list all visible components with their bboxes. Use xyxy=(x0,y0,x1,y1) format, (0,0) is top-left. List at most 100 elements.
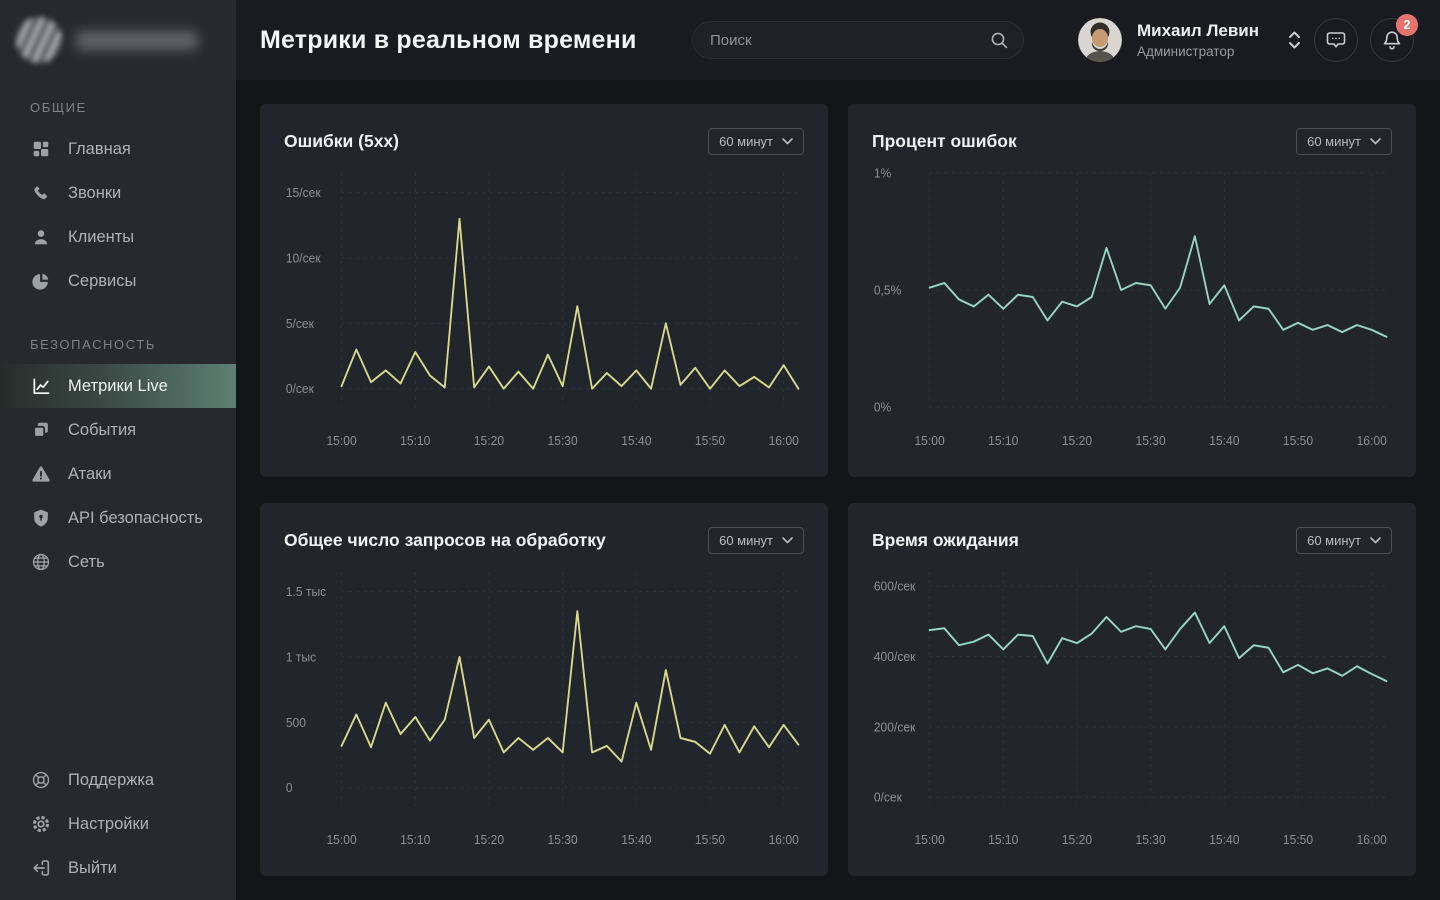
svg-text:15:40: 15:40 xyxy=(1209,833,1239,848)
svg-text:15:10: 15:10 xyxy=(400,434,430,449)
sidebar-item-calls[interactable]: Звонки xyxy=(0,171,236,215)
svg-text:15:50: 15:50 xyxy=(695,833,725,848)
layers-icon xyxy=(30,419,52,441)
user-icon xyxy=(30,226,52,248)
svg-text:15:40: 15:40 xyxy=(1209,434,1239,449)
user-menu-caret-icon[interactable] xyxy=(1287,28,1302,52)
svg-text:15:40: 15:40 xyxy=(621,833,651,848)
panel-header: Общее число запросов на обработку 60 мину… xyxy=(284,527,804,554)
svg-text:15:20: 15:20 xyxy=(474,434,504,449)
svg-text:1%: 1% xyxy=(874,166,891,181)
svg-text:1.5 тыс: 1.5 тыс xyxy=(286,585,326,600)
globe-icon xyxy=(30,551,52,573)
svg-text:16:00: 16:00 xyxy=(769,434,799,449)
svg-text:15:00: 15:00 xyxy=(914,833,944,848)
svg-text:5/сек: 5/сек xyxy=(286,316,315,331)
alert-icon xyxy=(30,463,52,485)
svg-text:15:20: 15:20 xyxy=(1062,434,1092,449)
sidebar-item-label: Выйти xyxy=(68,859,117,878)
avatar[interactable] xyxy=(1078,18,1122,62)
line-chart: 15:0015:1015:2015:3015:4015:5016:0015/се… xyxy=(284,157,804,469)
panel-title: Время ожидания xyxy=(872,530,1019,551)
time-range-select[interactable]: 60 минут xyxy=(708,128,804,155)
metric-panel-1: Ошибки (5xx)60 минут15:0015:1015:2015:30… xyxy=(260,104,828,477)
metric-panel-3: Общее число запросов на обработку 60 мину… xyxy=(260,503,828,876)
notifications-button[interactable]: 2 xyxy=(1370,18,1414,62)
sidebar-item-logout[interactable]: Выйти xyxy=(0,846,236,890)
chart-area: 15:0015:1015:2015:3015:4015:5016:001%0,5… xyxy=(872,157,1392,469)
nav-section-label: БЕЗОПАСНОСТЬ xyxy=(0,303,236,364)
sidebar-item-label: Атаки xyxy=(68,465,112,484)
sidebar-item-label: Сервисы xyxy=(68,272,136,291)
svg-text:15:10: 15:10 xyxy=(400,833,430,848)
logo-wordmark xyxy=(76,31,198,50)
panel-title: Общее число запросов на обработку xyxy=(284,530,606,551)
svg-text:15:00: 15:00 xyxy=(326,434,356,449)
phone-icon xyxy=(30,182,52,204)
svg-text:0/сек: 0/сек xyxy=(286,382,315,397)
sidebar-footer: Поддержка Настройки Выйти xyxy=(0,758,236,900)
sidebar-item-clients[interactable]: Клиенты xyxy=(0,215,236,259)
nav-section-label: ОБЩИЕ xyxy=(0,80,236,127)
time-range-select[interactable]: 60 минут xyxy=(1296,527,1392,554)
logo-icon xyxy=(16,17,62,63)
time-range-select[interactable]: 60 минут xyxy=(708,527,804,554)
user-meta: Михаил Левин Администратор xyxy=(1137,21,1259,59)
sidebar-item-network[interactable]: Сеть xyxy=(0,540,236,584)
sidebar-item-label: Настройки xyxy=(68,815,149,834)
messages-button[interactable] xyxy=(1314,18,1358,62)
search-box[interactable] xyxy=(692,21,1024,59)
time-range-select[interactable]: 60 минут xyxy=(1296,128,1392,155)
chart-area: 15:0015:1015:2015:3015:4015:5016:0015/се… xyxy=(284,157,804,469)
page-title: Метрики в реальном времени xyxy=(260,26,637,55)
svg-text:16:00: 16:00 xyxy=(1357,434,1387,449)
sidebar-item-label: Метрики Live xyxy=(68,377,168,396)
sidebar-item-api-security[interactable]: API безопасность xyxy=(0,496,236,540)
chart-area: 15:0015:1015:2015:3015:4015:5016:00600/с… xyxy=(872,556,1392,868)
nav-section: БЕЗОПАСНОСТЬ Метрики Live События Атаки API … xyxy=(0,303,236,584)
svg-text:15:30: 15:30 xyxy=(548,833,578,848)
chevron-down-icon xyxy=(1370,138,1381,145)
svg-text:15:10: 15:10 xyxy=(988,833,1018,848)
sidebar-item-settings[interactable]: Настройки xyxy=(0,802,236,846)
svg-text:15:50: 15:50 xyxy=(695,434,725,449)
svg-text:16:00: 16:00 xyxy=(769,833,799,848)
svg-text:600/сек: 600/сек xyxy=(874,579,916,594)
svg-text:15:50: 15:50 xyxy=(1283,833,1313,848)
sidebar-item-label: Поддержка xyxy=(68,771,154,790)
svg-text:15/сек: 15/сек xyxy=(286,186,321,201)
sidebar-item-attacks[interactable]: Атаки xyxy=(0,452,236,496)
search-icon[interactable] xyxy=(989,30,1009,50)
header: Метрики в реальном времени Михаил Левин … xyxy=(236,0,1440,80)
sidebar-item-support[interactable]: Поддержка xyxy=(0,758,236,802)
search-input[interactable] xyxy=(710,32,989,49)
line-chart: 15:0015:1015:2015:3015:4015:5016:001.5 т… xyxy=(284,556,804,868)
svg-text:15:20: 15:20 xyxy=(474,833,504,848)
svg-text:1 тыс: 1 тыс xyxy=(286,650,316,665)
svg-text:0,5%: 0,5% xyxy=(874,283,901,298)
sidebar-item-home[interactable]: Главная xyxy=(0,127,236,171)
svg-text:15:40: 15:40 xyxy=(621,434,651,449)
sidebar-nav: ОБЩИЕ Главная ЗвонкиКлиенты Сервисы БЕЗОПАСН… xyxy=(0,80,236,584)
gear-icon xyxy=(30,813,52,835)
sidebar-item-metrics-live[interactable]: Метрики Live xyxy=(0,364,236,408)
chevron-down-icon xyxy=(1370,537,1381,544)
sidebar-item-label: Главная xyxy=(68,140,131,159)
svg-text:15:50: 15:50 xyxy=(1283,434,1313,449)
time-range-value: 60 минут xyxy=(719,533,773,548)
svg-text:16:00: 16:00 xyxy=(1357,833,1387,848)
panel-header: Процент ошибок 60 минут xyxy=(872,128,1392,155)
svg-text:15:10: 15:10 xyxy=(988,434,1018,449)
time-range-value: 60 минут xyxy=(1307,134,1361,149)
panel-title: Процент ошибок xyxy=(872,131,1017,152)
sidebar-item-events[interactable]: События xyxy=(0,408,236,452)
chart-area: 15:0015:1015:2015:3015:4015:5016:001.5 т… xyxy=(284,556,804,868)
sidebar-item-label: События xyxy=(68,421,136,440)
app-logo[interactable] xyxy=(0,0,236,80)
metric-panel-4: Время ожидания60 минут15:0015:1015:2015:… xyxy=(848,503,1416,876)
svg-text:400/сек: 400/сек xyxy=(874,650,916,665)
sidebar-item-services[interactable]: Сервисы xyxy=(0,259,236,303)
line-chart: 15:0015:1015:2015:3015:4015:5016:00600/с… xyxy=(872,556,1392,868)
user-block: Михаил Левин Администратор 2 xyxy=(1078,18,1414,62)
chat-icon xyxy=(1325,29,1347,51)
